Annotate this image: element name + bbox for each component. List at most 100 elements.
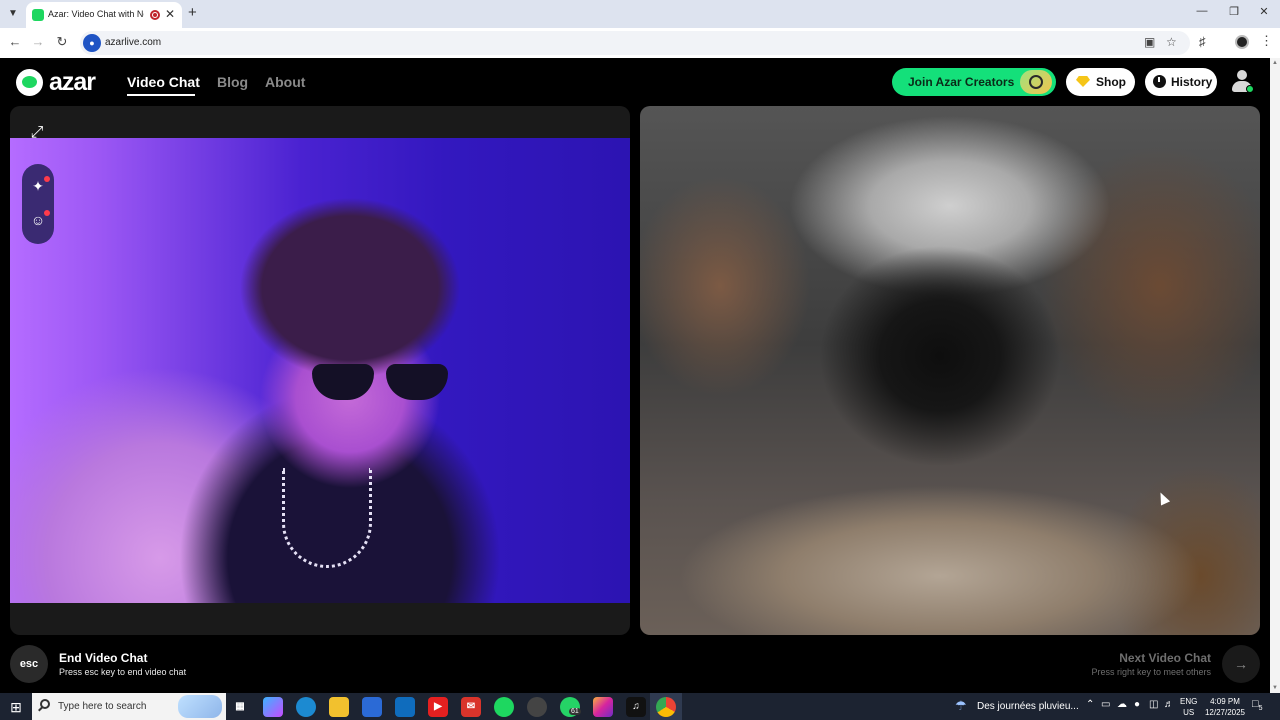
right-lens [386,364,448,400]
site-info-icon[interactable]: ● [83,34,101,52]
network-icon[interactable]: ◫ [1149,699,1158,710]
lang-line-1: ENG [1180,697,1198,706]
chevron-down-icon[interactable]: ▼ [4,5,22,23]
logo-text: azar [49,67,96,96]
new-dot [44,210,50,216]
azar-page: azar Video Chat Blog About Join Azar Cre… [0,58,1270,693]
outlook-icon[interactable] [395,697,415,717]
nav-about[interactable]: About [265,74,305,90]
clock-icon [1153,75,1166,88]
taskbar-search[interactable]: Type here to search [32,693,226,720]
face-filter-icon[interactable]: ☺ [28,210,50,230]
browser-tab[interactable]: Azar: Video Chat with New ✕ [26,2,182,28]
esc-button[interactable]: esc [10,645,48,683]
file-explorer-icon[interactable] [329,697,349,717]
end-video-chat-title[interactable]: End Video Chat [59,651,147,665]
store-icon[interactable] [362,697,382,717]
new-dot [44,176,50,182]
search-highlight-image [178,695,222,718]
chrome-icon[interactable] [656,697,676,717]
search-placeholder: Type here to search [58,701,147,712]
kebab-icon[interactable]: ⋮ [1260,33,1273,49]
weather-text[interactable]: Des journées pluvieu... [977,701,1079,712]
clock-date: 12/27/2025 [1204,708,1246,717]
input-language[interactable]: ENG US [1180,696,1197,718]
reload-icon[interactable]: ↻ [53,34,71,50]
tray-app-icon[interactable]: ▭ [1101,699,1110,710]
tab-title: Azar: Video Chat with New [48,9,144,19]
lang-line-2: US [1183,708,1195,717]
history-button[interactable]: History [1145,68,1217,96]
scroll-up-icon[interactable]: ▲ [1272,60,1278,66]
puzzle-icon[interactable]: ♯ [1199,34,1206,49]
spotify-icon[interactable] [494,697,514,717]
left-lens [312,364,374,400]
chevron-up-icon[interactable]: ⌃ [1086,699,1094,710]
weather-icon[interactable]: ☂ [955,698,967,714]
copilot-icon[interactable] [263,697,283,717]
azar-logo-icon [16,68,43,96]
search-icon [40,699,50,709]
azar-logo[interactable]: azar [16,67,96,96]
avatar-head [1237,70,1247,80]
my-video-panel [10,106,630,635]
scroll-down-icon[interactable]: ▼ [1272,685,1278,691]
video-tools: ✦ ☺ [22,164,54,244]
minimize-icon[interactable]: — [1192,5,1212,17]
sparkle-effects-icon[interactable]: ✦ [28,176,50,196]
new-tab-icon[interactable]: + [188,4,197,21]
shop-button[interactable]: Shop [1066,68,1135,96]
mail-icon[interactable]: ✉ [461,697,481,717]
notification-count: 5 [1258,705,1263,713]
history-label: History [1171,75,1213,89]
next-video-chat-hint: Press right key to meet others [1091,667,1211,677]
sunglasses [312,364,452,404]
shop-label: Shop [1096,75,1126,89]
youtube-icon[interactable]: ▶ [428,697,448,717]
whatsapp-badge: 61 [569,708,581,715]
close-window-icon[interactable]: ✕ [1254,5,1274,18]
expand-icon[interactable]: ⤢ [24,120,50,146]
profile-icon[interactable] [1235,35,1249,49]
browser-toolbar: ← → ↻ ● azarlive.com ▣ ☆ ♯ ⋮ [0,28,1280,58]
join-azar-creators-button[interactable]: Join Azar Creators [892,68,1056,96]
mouse-cursor [1155,490,1171,506]
partner-video-panel [640,106,1260,635]
next-arrow-icon[interactable]: → [1222,645,1260,683]
address-bar[interactable]: ● azarlive.com ▣ ☆ [80,31,1190,55]
nav-video-chat[interactable]: Video Chat [127,74,200,90]
forward-arrow-icon[interactable]: → [29,34,47,49]
instagram-icon[interactable] [593,697,613,717]
clock-time: 4:09 PM [1210,697,1240,706]
system-clock[interactable]: 4:09 PM 12/27/2025 [1203,696,1247,718]
recording-icon [150,10,160,20]
avatar[interactable] [1230,70,1254,94]
install-app-icon[interactable]: ▣ [1144,35,1155,49]
windows-start-icon[interactable]: ⊞ [4,696,28,718]
back-arrow-icon[interactable]: ← [6,34,24,49]
microphone-icon[interactable]: ● [1134,699,1140,710]
page-scrollbar[interactable]: ▲ ▼ [1270,58,1280,693]
nav-blog[interactable]: Blog [217,74,248,90]
gem-icon [1076,76,1090,87]
browser-tab-bar: ▼ Azar: Video Chat with New ✕ + — ❐ ✕ [0,0,1280,28]
online-status-dot [1246,85,1254,93]
notification-icon[interactable]: □5 [1252,698,1263,712]
end-video-chat-hint: Press esc key to end video chat [59,667,187,677]
restore-icon[interactable]: ❐ [1224,5,1244,18]
url-text: azarlive.com [105,37,162,48]
volume-icon[interactable]: ♬ [1164,699,1174,710]
cloud-icon[interactable]: ☁ [1117,699,1127,710]
necklace [282,468,372,568]
tiktok-icon[interactable]: ♫ [626,697,646,717]
creators-badge-icon [1020,70,1052,94]
star-icon[interactable]: ☆ [1166,35,1177,49]
edge-icon[interactable] [296,697,316,717]
azar-favicon-icon [32,9,44,21]
creators-label: Join Azar Creators [908,75,1015,89]
task-view-icon[interactable]: ▦ [230,697,250,717]
close-tab-icon[interactable]: ✕ [165,7,175,21]
next-video-chat-title[interactable]: Next Video Chat [1119,651,1211,665]
my-video-feed [10,138,630,603]
app-icon[interactable] [527,697,547,717]
